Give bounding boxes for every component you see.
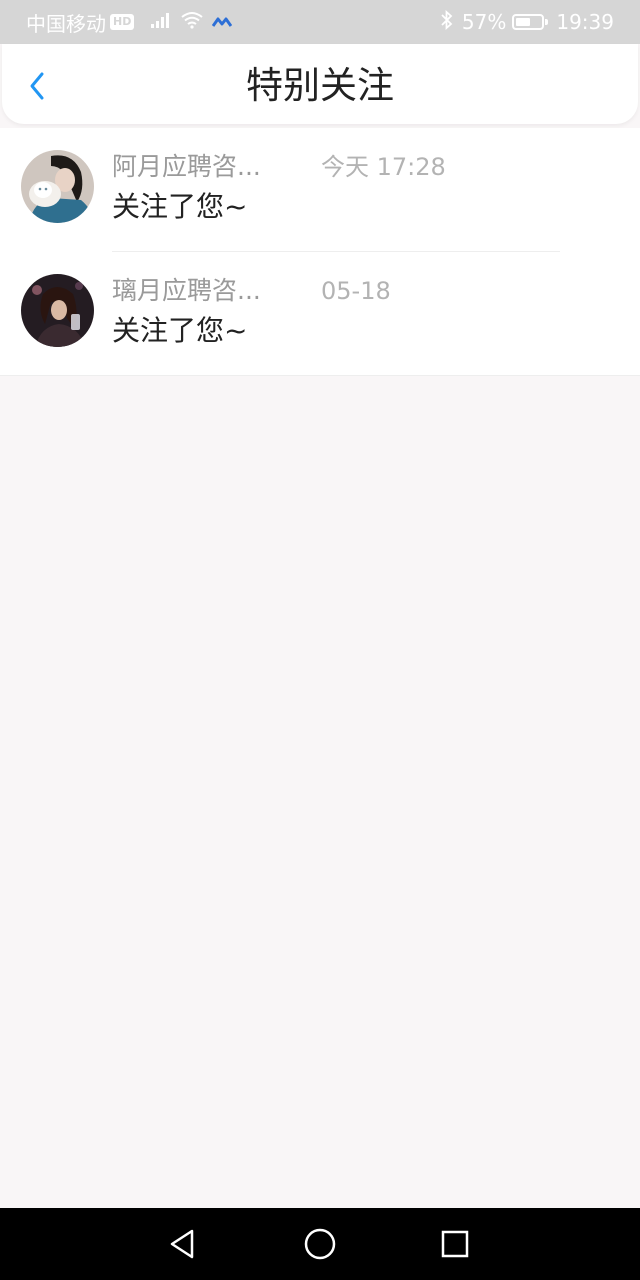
system-home-button[interactable]	[302, 1226, 338, 1262]
status-left: 中国移动 HD	[26, 9, 233, 36]
list-item[interactable]: 阿月应聘咨... 今天 17:28 关注了您~	[0, 128, 640, 252]
page-title: 特别关注	[246, 64, 394, 107]
signal-icon	[150, 10, 172, 34]
avatar-photo	[21, 274, 94, 347]
avatar[interactable]	[21, 274, 94, 347]
battery-tip	[545, 19, 549, 25]
wifi-icon	[180, 10, 204, 34]
battery-percent: 57%	[461, 10, 507, 34]
follower-name: 璃月应聘咨...	[112, 276, 261, 305]
bluetooth-icon	[440, 9, 454, 35]
carrier-name: 中国移动	[26, 11, 106, 36]
avatar-photo	[21, 150, 94, 223]
home-circle-icon	[304, 1228, 336, 1260]
hd-badge: HD	[110, 14, 135, 30]
clock: 19:39	[556, 10, 614, 34]
back-triangle-icon	[170, 1229, 194, 1259]
nav-header: 特别关注	[2, 44, 638, 124]
battery-icon	[512, 14, 549, 30]
follow-time: 今天 17:28	[321, 153, 446, 181]
recents-square-icon	[441, 1230, 469, 1258]
follower-name: 阿月应聘咨...	[112, 152, 261, 181]
divider	[0, 375, 640, 376]
follow-time: 05-18	[321, 277, 391, 305]
avatar[interactable]	[21, 150, 94, 223]
follow-message: 关注了您~	[112, 314, 248, 347]
list-item[interactable]: 璃月应聘咨... 05-18 关注了您~	[0, 252, 640, 376]
system-recents-button[interactable]	[437, 1226, 473, 1262]
status-bar: 中国移动 HD 57% 19:39	[0, 0, 640, 44]
follow-message: 关注了您~	[112, 190, 248, 223]
follow-list: 阿月应聘咨... 今天 17:28 关注了您~ 璃月应聘咨... 05-18 关…	[0, 128, 640, 376]
status-right: 57% 19:39	[440, 9, 614, 35]
battery-fill	[516, 18, 531, 26]
system-nav-bar	[0, 1208, 640, 1280]
system-back-button[interactable]	[165, 1226, 201, 1262]
data-sync-icon	[212, 10, 233, 34]
